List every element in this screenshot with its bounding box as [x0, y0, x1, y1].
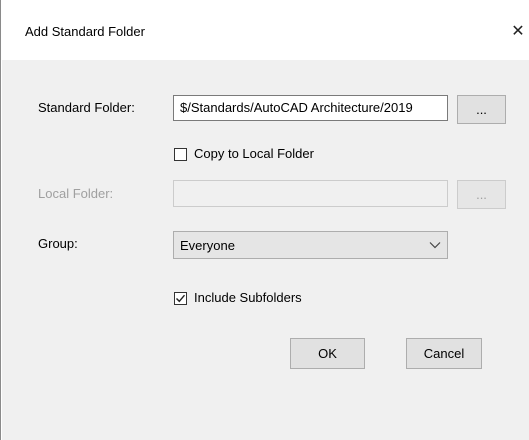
copy-to-local-checkbox[interactable]	[174, 147, 187, 161]
ok-button[interactable]: OK	[290, 338, 365, 369]
browse-local-folder-button[interactable]: ...	[457, 180, 506, 209]
copy-to-local-checkbox-row[interactable]: Copy to Local Folder	[174, 146, 314, 162]
group-select[interactable]: Everyone	[173, 231, 448, 259]
standard-folder-label: Standard Folder:	[38, 100, 135, 115]
copy-to-local-label: Copy to Local Folder	[194, 146, 314, 161]
local-folder-input[interactable]	[173, 180, 448, 207]
dialog-title: Add Standard Folder	[25, 24, 145, 39]
browse-standard-folder-button[interactable]: ...	[457, 95, 506, 124]
cancel-button[interactable]: Cancel	[406, 338, 482, 369]
add-standard-folder-dialog: Add Standard Folder ✕ Standard Folder: $…	[0, 0, 529, 440]
dialog-body: Standard Folder: $/Standards/AutoCAD Arc…	[2, 60, 529, 440]
include-subfolders-checkbox-row[interactable]: Include Subfolders	[174, 290, 302, 306]
ok-button-label: OK	[318, 346, 337, 361]
group-label: Group:	[38, 236, 78, 251]
close-icon: ✕	[511, 23, 525, 40]
title-bar: Add Standard Folder ✕	[1, 0, 529, 60]
group-selected-value: Everyone	[180, 237, 235, 253]
standard-folder-value: $/Standards/AutoCAD Architecture/2019	[180, 100, 413, 115]
cancel-button-label: Cancel	[423, 346, 465, 361]
checkmark-icon	[176, 294, 186, 302]
standard-folder-input[interactable]: $/Standards/AutoCAD Architecture/2019	[173, 95, 448, 121]
browse-button-label: ...	[476, 102, 487, 117]
include-subfolders-checkbox[interactable]	[174, 291, 187, 305]
local-browse-button-label: ...	[476, 187, 487, 202]
chevron-down-icon	[429, 242, 441, 249]
include-subfolders-label: Include Subfolders	[194, 290, 302, 305]
close-button[interactable]: ✕	[507, 16, 529, 46]
local-folder-label: Local Folder:	[38, 186, 114, 201]
